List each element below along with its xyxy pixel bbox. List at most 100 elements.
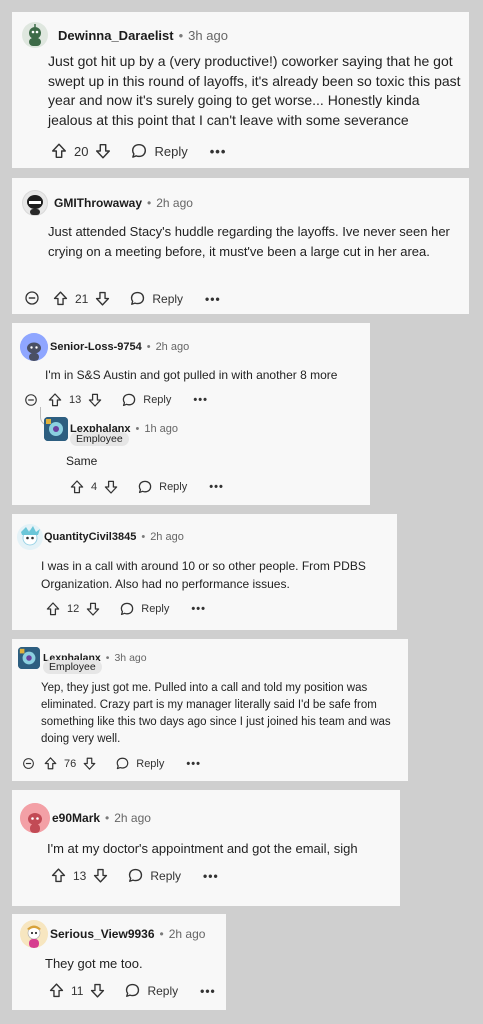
timestamp: 2h ago xyxy=(168,927,206,941)
downvote-icon[interactable] xyxy=(87,392,103,408)
comment-actions: 21 Reply ••• xyxy=(52,290,221,307)
reply-label: Reply xyxy=(154,143,188,159)
upvote-icon[interactable] xyxy=(69,479,85,495)
vote-control: 11 xyxy=(48,982,106,999)
reply-button[interactable]: Reply xyxy=(130,142,188,160)
separator: • xyxy=(105,652,110,664)
upvote-icon[interactable] xyxy=(45,601,61,617)
more-icon[interactable]: ••• xyxy=(203,869,219,883)
username[interactable]: Dewinna_Daraelist xyxy=(58,28,174,43)
comment-header: Senior-Loss-9754 • 2h ago xyxy=(20,333,189,361)
avatar[interactable] xyxy=(20,920,48,948)
comment-icon xyxy=(127,867,144,884)
reply-button[interactable]: Reply xyxy=(115,756,164,771)
vote-control: 13 xyxy=(47,392,103,408)
username[interactable]: Senior-Loss-9754 xyxy=(50,341,142,353)
collapse-icon[interactable] xyxy=(24,393,38,407)
collapse-icon[interactable] xyxy=(24,290,40,306)
comment-actions: 76 Reply ••• xyxy=(43,756,201,771)
downvote-icon[interactable] xyxy=(94,142,112,160)
flair-badge: Employee xyxy=(43,660,102,674)
upvote-icon[interactable] xyxy=(43,756,58,771)
downvote-icon[interactable] xyxy=(92,867,109,884)
avatar[interactable] xyxy=(17,524,43,550)
reply-actions: 4 Reply ••• xyxy=(69,479,224,495)
reply-label: Reply xyxy=(147,983,179,998)
reply-button[interactable]: Reply xyxy=(127,867,181,884)
reply-button[interactable]: Reply xyxy=(121,392,171,408)
timestamp: 3h ago xyxy=(114,652,147,664)
username[interactable]: QuantityCivil3845 xyxy=(44,531,136,543)
separator: • xyxy=(147,196,152,210)
timestamp: 2h ago xyxy=(156,196,193,210)
collapse-icon[interactable] xyxy=(22,757,35,770)
downvote-icon[interactable] xyxy=(89,982,106,999)
vote-count: 21 xyxy=(75,291,89,306)
avatar[interactable] xyxy=(22,190,48,216)
upvote-icon[interactable] xyxy=(50,142,68,160)
timestamp: 2h ago xyxy=(150,531,184,543)
avatar[interactable] xyxy=(20,803,50,833)
vote-count: 20 xyxy=(74,143,89,159)
upvote-icon[interactable] xyxy=(48,982,65,999)
more-icon[interactable]: ••• xyxy=(193,394,208,406)
avatar[interactable] xyxy=(18,647,40,669)
more-icon[interactable]: ••• xyxy=(186,758,201,770)
comment-icon xyxy=(121,392,137,408)
vote-control: 21 xyxy=(52,290,111,307)
comment-text: I was in a call with around 10 or so oth… xyxy=(41,559,366,591)
timestamp: 3h ago xyxy=(188,27,228,43)
more-icon[interactable]: ••• xyxy=(191,603,206,615)
more-icon[interactable]: ••• xyxy=(205,292,221,306)
vote-count: 4 xyxy=(91,481,98,493)
comment-icon xyxy=(119,601,135,617)
downvote-icon[interactable] xyxy=(94,290,111,307)
upvote-icon[interactable] xyxy=(47,392,63,408)
comment-text: Yep, they just got me. Pulled into a cal… xyxy=(41,682,391,745)
comment-header: Dewinna_Daraelist • 3h ago xyxy=(22,22,228,48)
separator: • xyxy=(105,811,110,825)
upvote-icon[interactable] xyxy=(50,867,67,884)
timestamp: 2h ago xyxy=(114,811,151,825)
comment-header: e90Mark • 2h ago xyxy=(20,803,151,833)
username[interactable]: GMIThrowaway xyxy=(54,196,142,210)
separator: • xyxy=(178,27,184,43)
vote-control: 20 xyxy=(50,142,112,160)
reply-button[interactable]: Reply xyxy=(119,601,169,617)
downvote-icon[interactable] xyxy=(103,479,119,495)
reply-label: Reply xyxy=(136,757,165,770)
downvote-icon[interactable] xyxy=(82,756,97,771)
reply-text: Same xyxy=(66,454,98,468)
comment-icon xyxy=(115,756,130,771)
vote-control: 12 xyxy=(45,601,101,617)
more-icon[interactable]: ••• xyxy=(200,984,216,998)
vote-control: 76 xyxy=(43,756,97,771)
username[interactable]: e90Mark xyxy=(52,811,100,825)
upvote-icon[interactable] xyxy=(52,290,69,307)
reply-button[interactable]: Reply xyxy=(129,290,183,307)
reply-label: Reply xyxy=(143,394,172,406)
comment-icon xyxy=(130,142,148,160)
vote-count: 11 xyxy=(71,983,84,998)
separator: • xyxy=(135,423,140,435)
reply-button[interactable]: Reply xyxy=(137,479,187,495)
comment-text: They got me too. xyxy=(45,956,143,971)
separator: • xyxy=(146,341,151,353)
comment-header: Serious_View9936 • 2h ago xyxy=(20,920,205,948)
avatar[interactable] xyxy=(44,417,68,441)
reply-label: Reply xyxy=(152,291,184,306)
more-icon[interactable]: ••• xyxy=(209,481,224,493)
comment-text: Just attended Stacy's huddle regarding t… xyxy=(48,224,450,259)
avatar[interactable] xyxy=(20,333,48,361)
comment-card: Serious_View9936 • 2h ago They got me to… xyxy=(12,914,226,1010)
reply-button[interactable]: Reply xyxy=(124,982,178,999)
comment-actions: 11 Reply ••• xyxy=(48,982,216,999)
avatar[interactable] xyxy=(22,22,48,48)
username[interactable]: Serious_View9936 xyxy=(50,927,155,941)
comment-text: Just got hit up by a (very productive!) … xyxy=(48,53,461,128)
downvote-icon[interactable] xyxy=(85,601,101,617)
comment-card: GMIThrowaway • 2h ago Just attended Stac… xyxy=(12,178,469,314)
comment-card: Senior-Loss-9754 • 2h ago I'm in S&S Aus… xyxy=(12,323,370,505)
more-icon[interactable]: ••• xyxy=(210,144,227,159)
comment-icon xyxy=(129,290,146,307)
